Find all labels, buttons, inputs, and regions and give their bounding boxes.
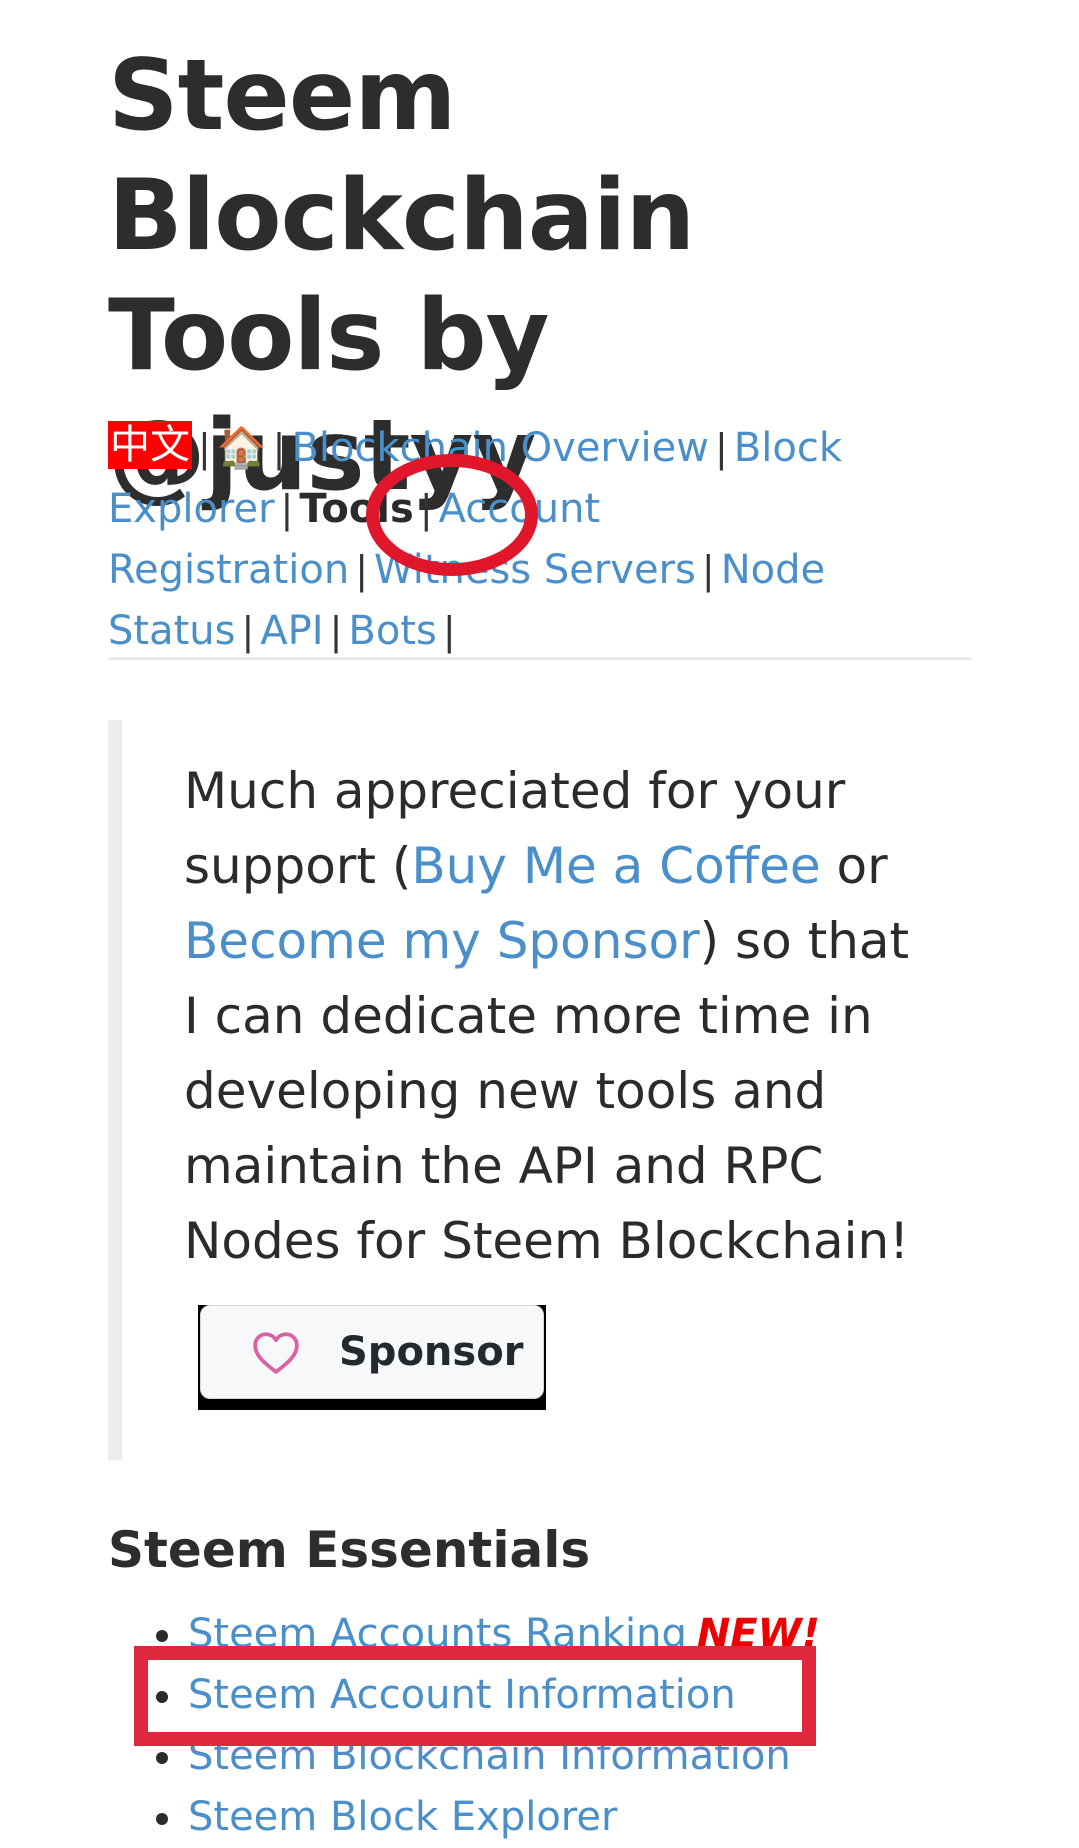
house-icon[interactable]: 🏠 (217, 425, 267, 471)
divider (108, 657, 972, 660)
link-steem-blockchain-information[interactable]: Steem Blockchain Information (188, 1733, 791, 1779)
nav-link-bots[interactable]: Bots (348, 608, 436, 654)
support-blockquote: Much appreciated for your support (Buy M… (108, 720, 962, 1460)
support-text-2: or (820, 837, 888, 895)
bullet (156, 1752, 168, 1764)
nav-separator: | (241, 609, 255, 653)
heart-icon (253, 1332, 299, 1374)
nav-separator: | (355, 548, 369, 592)
link-steem-accounts-ranking[interactable]: Steem Accounts Ranking (188, 1611, 687, 1657)
nav-separator: | (329, 609, 343, 653)
nav-separator: | (714, 426, 728, 470)
list-item: Steem Block Explorer (156, 1787, 888, 1848)
nav-current-tools: Tools (299, 486, 414, 532)
list-item: Steem Account Information (156, 1665, 888, 1726)
top-nav: 中文 | 🏠 | Blockchain Overview | Block Explorer |… (108, 418, 928, 662)
sponsor-button-label: Sponsor (339, 1329, 524, 1375)
nav-separator: | (280, 487, 294, 531)
section-heading-steem-essentials: Steem Essentials (108, 1521, 591, 1579)
nav-link-blockchain-overview[interactable]: Blockchain Overview (291, 425, 709, 471)
nav-separator: | (198, 426, 211, 470)
new-badge: NEW! (696, 1611, 820, 1657)
essentials-list: Steem Accounts Ranking NEW! Steem Account… (156, 1604, 888, 1848)
bullet (156, 1813, 168, 1825)
buy-me-a-coffee-link[interactable]: Buy Me a Coffee (411, 837, 820, 895)
link-steem-block-explorer[interactable]: Steem Block Explorer (188, 1794, 617, 1840)
nav-separator: | (701, 548, 715, 592)
nav-separator: | (272, 426, 286, 470)
nav-separator: | (419, 487, 433, 531)
list-item: Steem Accounts Ranking NEW! (156, 1604, 888, 1665)
support-message: Much appreciated for your support (Buy M… (184, 754, 914, 1279)
list-item: Steem Blockchain Information (156, 1726, 888, 1787)
sponsor-frame: Sponsor (198, 1305, 546, 1410)
language-switch-chinese[interactable]: 中文 (108, 421, 192, 469)
nav-link-api[interactable]: API (260, 608, 323, 654)
link-steem-account-information[interactable]: Steem Account Information (188, 1672, 736, 1718)
bullet (156, 1691, 168, 1703)
nav-link-witness-servers[interactable]: Witness Servers (374, 547, 696, 593)
nav-separator: | (442, 609, 456, 653)
bullet (156, 1630, 168, 1642)
become-sponsor-link[interactable]: Become my Sponsor (184, 912, 700, 970)
sponsor-button[interactable]: Sponsor (200, 1305, 544, 1399)
